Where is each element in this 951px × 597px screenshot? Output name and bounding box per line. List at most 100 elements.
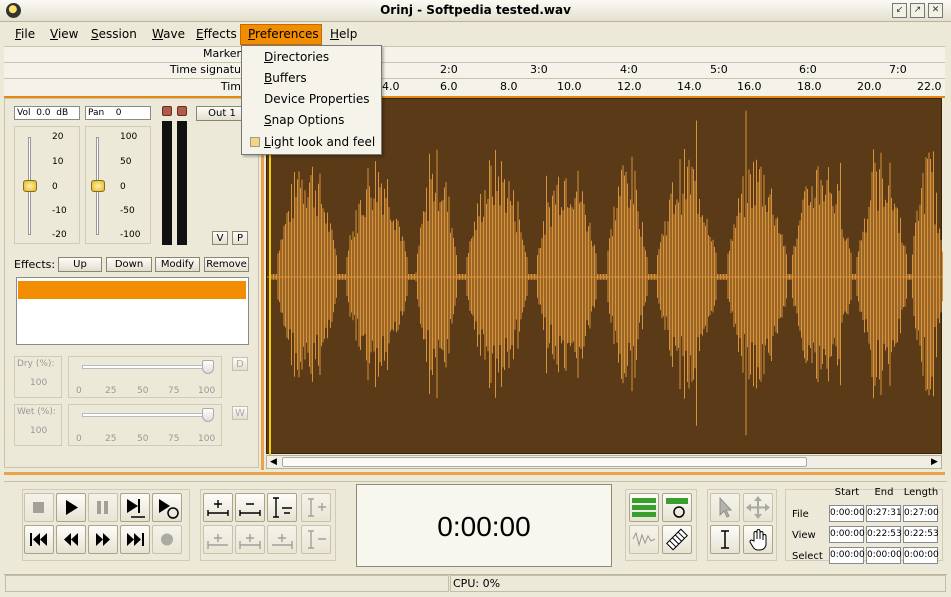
play-icon [66,500,78,515]
effect-remove-button[interactable]: Remove [204,257,249,272]
menu-view[interactable]: View [50,27,78,43]
volume-slider-thumb[interactable] [23,180,37,192]
multitrack-mode-button[interactable] [629,493,659,522]
record-button[interactable] [152,525,182,554]
effects-list-selected-row[interactable] [18,281,246,299]
wave-edit-mode-button[interactable] [629,525,659,554]
play-to-end-button[interactable] [120,493,150,522]
menu-item-directories[interactable]: Directories [264,48,329,66]
multitrack-icon [632,498,656,517]
view-length[interactable]: 0:22:53 [903,526,939,543]
loop-play-icon [159,499,179,519]
piano-mode-button[interactable] [662,525,692,554]
col-start: Start [834,487,860,498]
pan-scale: -50 [120,206,135,216]
menu-help[interactable]: Help [330,27,357,43]
maximize-icon[interactable]: ↗ [910,3,925,18]
close-icon[interactable]: ✕ [928,3,943,18]
wet-button[interactable]: W [232,406,248,420]
minimize-icon[interactable]: ↙ [892,3,907,18]
select-end[interactable]: 0:00:00 [866,547,902,564]
menu-item-snap-options[interactable]: Snap Options [264,111,344,129]
zoom-full-icon [273,497,292,518]
menu-item-buffers[interactable]: Buffers [264,69,307,87]
zoom-in-horizontal-button[interactable] [203,493,233,522]
menu-item-device-properties[interactable]: Device Properties [264,90,370,108]
menu-effects[interactable]: Effects [196,27,237,43]
loop-play-button[interactable] [152,493,182,522]
scroll-left-icon[interactable]: ◀ [267,456,280,468]
stop-button[interactable] [24,493,54,522]
effect-down-button[interactable]: Down [106,257,152,272]
marker-ruler[interactable] [4,46,945,62]
horizontal-scrollbar[interactable]: ◀ ▶ [266,455,942,469]
dry-scale: 25 [105,386,117,396]
text-cursor-tool-button[interactable] [710,525,740,554]
wet-scale: 0 [76,434,82,444]
file-end[interactable]: 0:27:31 [866,505,902,522]
wet-slider-thumb[interactable] [202,408,214,422]
file-start[interactable]: 0:00:00 [829,505,865,522]
rewind-icon [64,533,78,546]
zoom-out-horizontal-button[interactable] [235,493,265,522]
zoom-center-button[interactable] [235,525,265,554]
pan-field[interactable]: Pan 0 [85,106,151,120]
select-start[interactable]: 0:00:00 [829,547,865,564]
go-to-end-button[interactable] [120,525,150,554]
volume-field[interactable]: Vol 0.0 dB [14,106,80,120]
dry-scale: 100 [198,386,216,396]
wave-loop-mode-button[interactable] [662,493,692,522]
scroll-thumb[interactable] [282,457,807,467]
file-length[interactable]: 0:27:00 [903,505,939,522]
play-button[interactable] [56,493,86,522]
pan-scale: 100 [120,132,138,142]
wet-slider-track[interactable] [82,413,212,417]
zoom-left-icon [207,534,228,549]
scroll-right-icon[interactable]: ▶ [928,456,941,468]
bottom-splitter[interactable] [4,472,945,475]
dry-button[interactable]: D [232,357,248,371]
zoom-in-vertical-icon [308,498,326,517]
wet-scale: 25 [105,434,117,444]
zoom-left-button[interactable] [203,525,233,554]
fast-forward-button[interactable] [88,525,118,554]
clip-led-right[interactable] [177,106,187,116]
menu-session[interactable]: Session [91,27,137,43]
vol-scale: 20 [52,132,64,142]
effect-modify-button[interactable]: Modify [155,257,200,272]
stop-icon [33,502,44,513]
menu-preferences[interactable]: Preferences [248,27,319,43]
zoom-out-vertical-button[interactable] [301,525,331,554]
pan-slider-thumb[interactable] [91,180,105,192]
hand-icon [749,529,767,551]
pause-button[interactable] [88,493,118,522]
bar-tick: 2:0 [440,63,458,76]
menu-wave[interactable]: Wave [152,27,185,43]
dry-slider-thumb[interactable] [202,360,214,374]
go-to-start-button[interactable] [24,525,54,554]
select-tool-button[interactable] [710,493,740,522]
go-to-start-icon [30,533,47,546]
cpu-status: CPU: 0% [450,575,946,592]
clip-led-left[interactable] [162,106,172,116]
zoom-right-button[interactable] [267,525,297,554]
select-length[interactable]: 0:00:00 [903,547,939,564]
p-button[interactable]: P [232,231,248,245]
zoom-in-vertical-button[interactable] [301,493,331,522]
hand-tool-button[interactable] [743,525,773,554]
zoom-full-button[interactable] [267,493,297,522]
menu-item-light-look[interactable]: Light look and feel [264,133,375,151]
effects-label: Effects: [14,258,56,271]
text-cursor-icon [721,530,729,549]
dry-slider-track[interactable] [82,365,212,369]
view-end[interactable]: 0:22:53 [866,526,902,543]
rewind-button[interactable] [56,525,86,554]
effect-up-button[interactable]: Up [58,257,102,272]
light-look-checkbox[interactable] [250,137,260,147]
view-start[interactable]: 0:00:00 [829,526,865,543]
wave-loop-icon [666,498,688,518]
menu-file[interactable]: File [15,27,35,43]
row-file-label: File [792,509,809,520]
move-tool-button[interactable] [743,493,773,522]
v-button[interactable]: V [212,231,228,245]
